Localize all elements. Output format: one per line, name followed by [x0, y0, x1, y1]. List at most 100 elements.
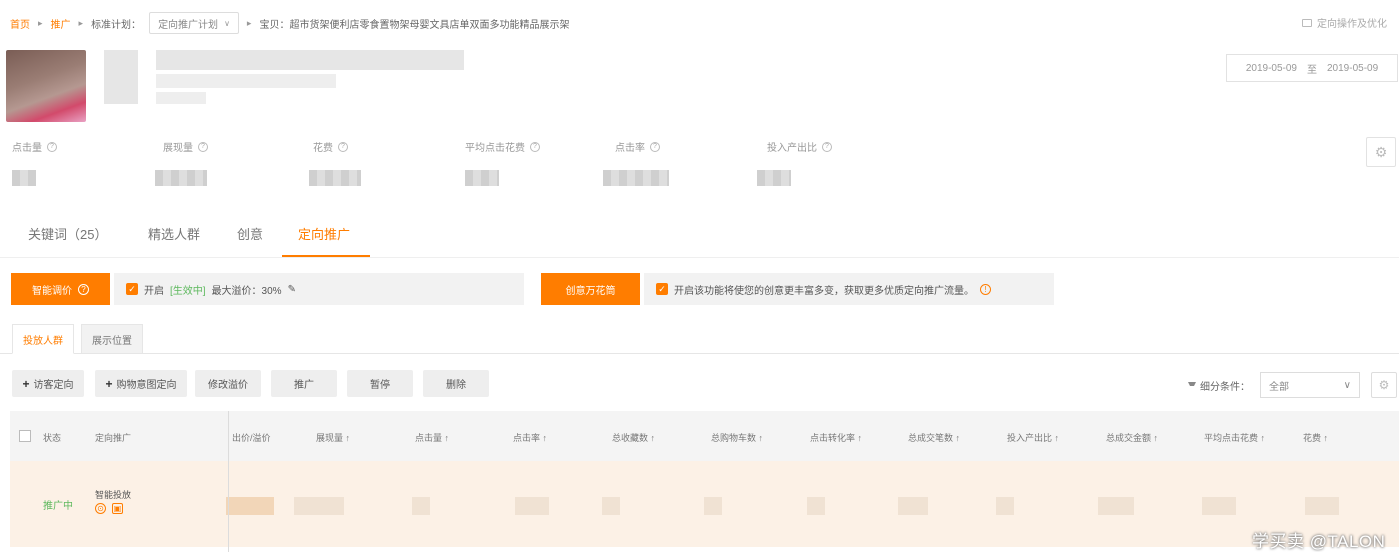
add-visitor-targeting-button[interactable]: + 访客定向	[12, 370, 84, 397]
add-intent-targeting-button[interactable]: + 购物意图定向	[95, 370, 187, 397]
metric-label: 投入产出比	[767, 143, 817, 154]
table-header: 状态 定向推广 出价/溢价 展现量 ↑ 点击量 ↑ 点击率 ↑ 总收藏数 ↑ 总…	[10, 411, 1399, 461]
blurred-metric-value	[155, 170, 207, 186]
blurred-metric-value	[757, 170, 791, 186]
watermark-text: 学买卖 @TALON	[1252, 532, 1386, 551]
smart-bid-max: 最大溢价：30%	[211, 285, 282, 297]
metric-cost: 花费 ?	[313, 139, 348, 154]
col-gmv[interactable]: 总成交金额 ↑	[1106, 431, 1158, 444]
question-icon[interactable]: ?	[822, 141, 832, 152]
row-icons: ⊙ ▣	[95, 503, 123, 514]
plan-select[interactable]: 定向推广计划 ∨	[149, 12, 239, 34]
col-bid: 出价/溢价	[232, 433, 271, 443]
promote-button[interactable]: 推广	[271, 370, 337, 397]
metric-impressions: 展现量 ?	[163, 139, 208, 154]
tab-placements[interactable]: 展示位置	[81, 324, 143, 354]
question-icon: ?	[78, 283, 89, 295]
metric-avg-cpc: 平均点击花费 ?	[465, 139, 540, 154]
main-tabs: 关键词（25） 精选人群 创意 定向推广	[0, 210, 1399, 258]
pause-button[interactable]: 暂停	[347, 370, 413, 397]
breadcrumb-home-link[interactable]: 首页	[10, 16, 30, 31]
blurred-cell	[1202, 497, 1236, 515]
blurred-metric-value	[12, 170, 36, 186]
blurred-metric-value	[309, 170, 361, 186]
col-roi[interactable]: 投入产出比 ↑	[1007, 431, 1059, 444]
modify-bid-button[interactable]: 修改溢价	[195, 370, 261, 397]
tab-target-audience[interactable]: 投放人群	[12, 324, 74, 354]
blurred-product-title	[156, 50, 464, 70]
info-icon[interactable]: !	[980, 283, 991, 295]
tab-creatives[interactable]: 创意	[237, 224, 263, 243]
col-favorites[interactable]: 总收藏数 ↑	[612, 431, 655, 444]
date-start: 2019-05-09	[1245, 62, 1297, 74]
date-range-picker[interactable]: 2019-05-09 至 2019-05-09	[1226, 54, 1398, 82]
blurred-cell	[602, 497, 620, 515]
chevron-down-icon: ∨	[1343, 379, 1351, 391]
creative-kaleidoscope-text: 开启该功能将使您的创意更丰富多变，获取更多优质定向推广流量。	[674, 285, 974, 297]
blurred-cell	[294, 497, 344, 515]
col-conversion-rate[interactable]: 点击转化率 ↑	[810, 431, 862, 444]
blurred-product-tag	[156, 92, 206, 104]
question-icon[interactable]: ?	[47, 141, 57, 152]
blurred-cell	[515, 497, 549, 515]
col-carts[interactable]: 总购物车数 ↑	[711, 431, 763, 444]
breadcrumb-unit-title: 宝贝：超市货架便利店零食置物架母婴文具店单双面多功能精品展示架	[259, 19, 570, 31]
metric-label: 点击量	[12, 143, 42, 154]
blurred-cell	[1305, 497, 1339, 515]
col-orders[interactable]: 总成交笔数 ↑	[908, 431, 960, 444]
breadcrumb-separator-icon: ▸	[246, 17, 252, 28]
breadcrumb-plan-label: 标准计划：	[91, 19, 142, 31]
col-impressions[interactable]: 展现量 ↑	[316, 431, 350, 444]
smart-bid-status: [生效中]	[170, 285, 206, 297]
question-icon[interactable]: ?	[530, 141, 540, 152]
metric-settings-button[interactable]: ⚙	[1366, 137, 1396, 167]
date-separator: 至	[1307, 64, 1317, 76]
tab-keywords[interactable]: 关键词（25）	[28, 224, 107, 243]
creative-kaleidoscope-label: 创意万花筒	[565, 285, 616, 297]
video-icon	[1302, 18, 1312, 27]
col-ctr[interactable]: 点击率 ↑	[513, 431, 547, 444]
column-settings-button[interactable]: ⚙	[1371, 372, 1397, 398]
blurred-product-id	[104, 50, 138, 104]
blurred-cell	[996, 497, 1014, 515]
col-clicks[interactable]: 点击量 ↑	[415, 431, 449, 444]
blurred-metric-value	[465, 170, 499, 186]
smart-bid-on-label: 开启	[144, 285, 164, 297]
blurred-product-subtitle	[156, 74, 336, 88]
blurred-cell	[898, 497, 928, 515]
question-icon[interactable]: ?	[198, 141, 208, 152]
breadcrumb-promo-link[interactable]: 推广	[51, 16, 71, 31]
delete-button[interactable]: 删除	[423, 370, 489, 397]
smart-bid-checkbox[interactable]: ✓	[126, 283, 138, 295]
add-visitor-label: 访客定向	[33, 380, 74, 391]
creative-kaleidoscope-checkbox[interactable]: ✓	[656, 283, 668, 295]
filter-select[interactable]: 全部 ∨	[1260, 372, 1360, 398]
question-icon[interactable]: ?	[338, 141, 348, 152]
question-icon[interactable]: ?	[650, 141, 660, 152]
date-end: 2019-05-09	[1327, 62, 1379, 74]
blurred-cell	[226, 497, 274, 515]
metric-clicks: 点击量 ?	[12, 139, 57, 154]
metric-ctr: 点击率 ?	[615, 139, 660, 154]
metric-roi: 投入产出比 ?	[767, 139, 832, 154]
tab-audiences[interactable]: 精选人群	[148, 224, 200, 243]
metric-label: 平均点击花费	[465, 143, 525, 154]
col-cost[interactable]: 花费 ↑	[1303, 431, 1328, 444]
col-avg-cpc[interactable]: 平均点击花费 ↑	[1204, 431, 1265, 444]
targeting-optimization-link[interactable]: 定向操作及优化	[1302, 15, 1387, 30]
creative-kaleidoscope-button[interactable]: 创意万花筒	[541, 273, 640, 305]
tab-targeting[interactable]: 定向推广	[298, 224, 350, 243]
plus-icon: +	[22, 376, 30, 391]
report-icon[interactable]: ▣	[112, 503, 123, 514]
breadcrumb-separator-icon: ▸	[38, 17, 43, 28]
edit-icon[interactable]: ✎	[288, 284, 296, 295]
settings-circle-icon[interactable]: ⊙	[95, 503, 106, 514]
table-row[interactable]: 推广中 智能投放 ⊙ ▣	[10, 461, 1399, 547]
smart-bid-button[interactable]: 智能调价 ?	[11, 273, 110, 305]
select-all-checkbox[interactable]	[19, 430, 31, 442]
product-image	[6, 50, 86, 122]
breadcrumb: 首页 ▸ 推广 ▸ 标准计划： 定向推广计划 ∨ ▸ 宝贝：超市货架便利店零食置…	[10, 12, 569, 34]
col-status[interactable]: 状态	[43, 431, 61, 444]
plan-select-value: 定向推广计划	[158, 19, 219, 31]
filter-label: 细分条件：	[1200, 382, 1250, 393]
